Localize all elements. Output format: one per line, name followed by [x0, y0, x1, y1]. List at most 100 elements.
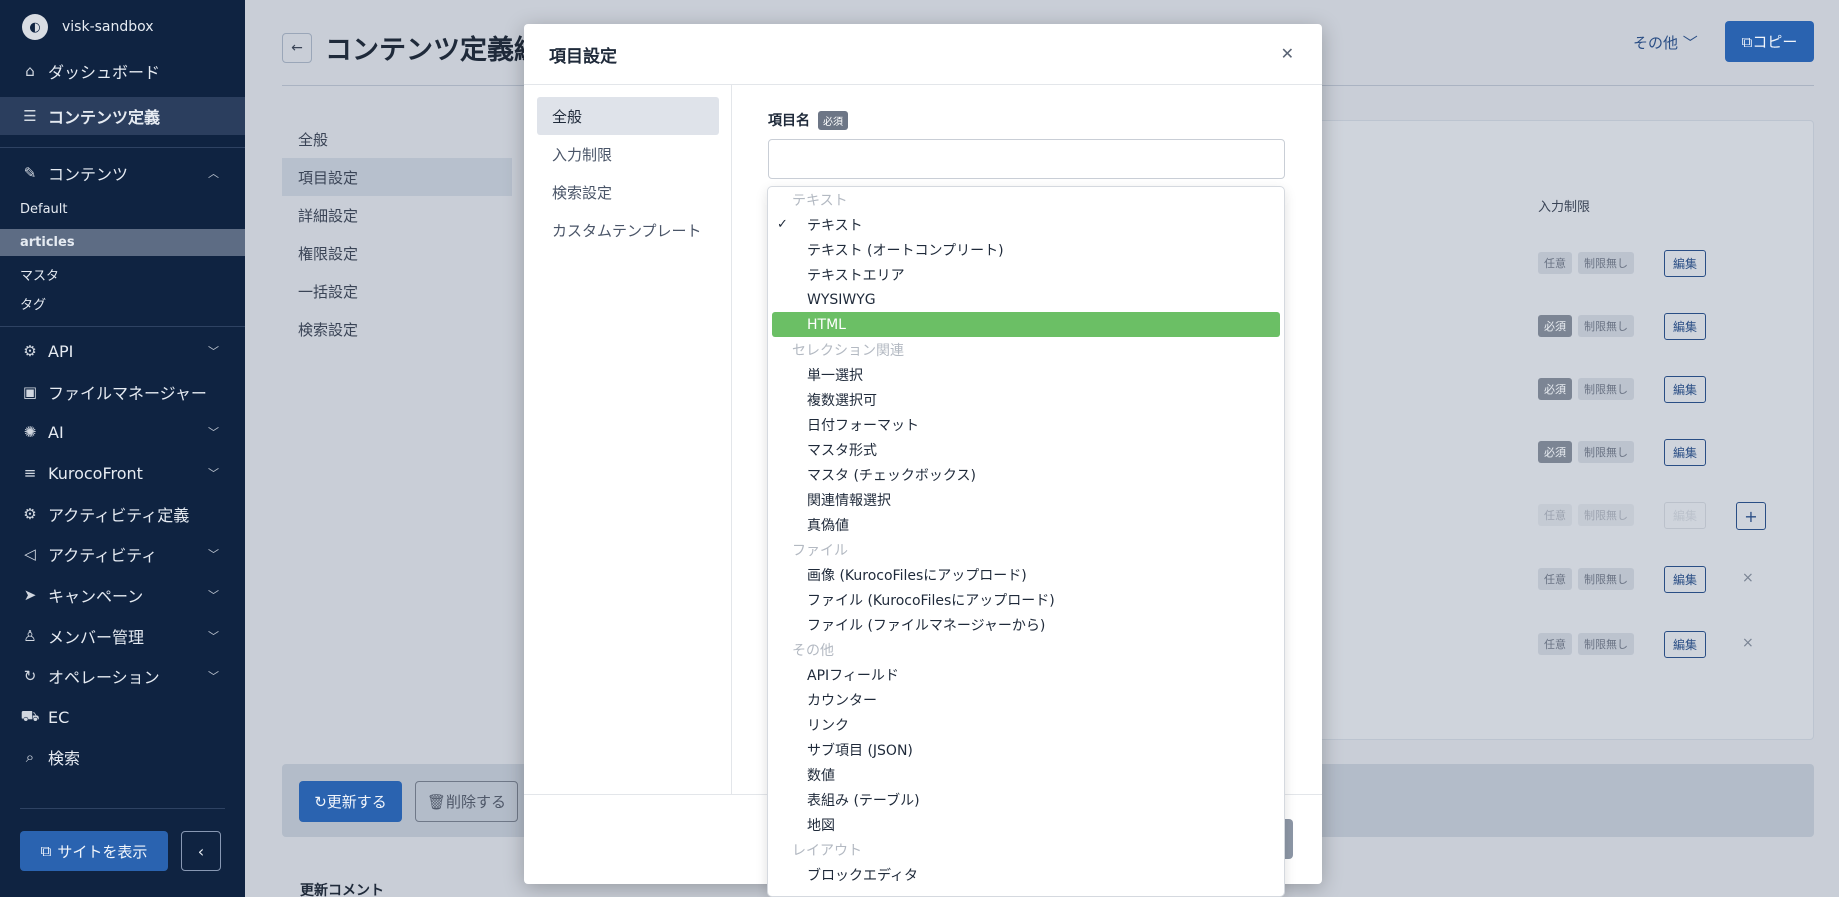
add-field-button[interactable]: + — [1736, 502, 1766, 530]
dropdown-option[interactable]: テキスト (オートコンプリート) — [768, 237, 1284, 262]
dropdown-option[interactable]: 表組み (テーブル) — [768, 787, 1284, 812]
sidebar-divider — [0, 147, 245, 148]
sidebar-item-ec[interactable]: ⛟ EC — [0, 698, 245, 736]
sidebar-item-api[interactable]: ⚙ API ﹀ — [0, 332, 245, 370]
dropdown-option[interactable]: ブロックエディタ — [768, 862, 1284, 887]
sidebar-item-activity-definition[interactable]: ⚙ アクティビティ定義 — [0, 495, 245, 533]
dropdown-option[interactable]: 関連情報選択 — [768, 487, 1284, 512]
dropdown-option[interactable]: APIフィールド — [768, 662, 1284, 687]
back-button[interactable]: ← — [282, 33, 312, 63]
dropdown-option[interactable]: テキストエリア — [768, 262, 1284, 287]
more-label: その他 — [1633, 34, 1679, 52]
modal-tab-input-limit[interactable]: 入力制限 — [537, 135, 719, 173]
sidebar-item-campaign[interactable]: ➤ キャンペーン ﹀ — [0, 576, 245, 614]
table-row: 任意 制限無し 編集 — [1538, 565, 1707, 593]
sidebar-item-kurocofront[interactable]: ≡ KurocoFront ﹀ — [0, 454, 245, 492]
limit-chip: 制限無し — [1578, 378, 1634, 400]
tab-bulk-settings[interactable]: 一括設定 — [282, 272, 512, 310]
chevron-down-icon: ﹀ — [208, 670, 219, 683]
dropdown-option[interactable]: 複数選択可 — [768, 387, 1284, 412]
ai-icon: ✺ — [23, 423, 37, 441]
page-title: コンテンツ定義編 — [325, 35, 541, 66]
remove-icon[interactable]: × — [1742, 570, 1754, 586]
tab-detail-settings[interactable]: 詳細設定 — [282, 196, 512, 234]
dropdown-option[interactable]: WYSIWYG — [768, 287, 1284, 312]
remove-icon[interactable]: × — [1742, 635, 1754, 651]
modal-tab-search-settings[interactable]: 検索設定 — [537, 173, 719, 211]
site-avatar-icon: ◐ — [22, 14, 48, 40]
view-site-label: サイトを表示 — [57, 842, 148, 861]
field-name-text: 項目名 — [768, 113, 810, 129]
sidebar-item-content-definition[interactable]: ☰ コンテンツ定義 — [0, 97, 245, 135]
sidebar-sub-default[interactable]: Default — [0, 196, 245, 223]
modal-tab-general[interactable]: 全般 — [537, 97, 719, 135]
sidebar-item-dashboard[interactable]: ⌂ ダッシュボード — [0, 52, 245, 90]
edit-button[interactable]: 編集 — [1664, 249, 1707, 277]
view-site-button[interactable]: ⧉ サイトを表示 — [20, 831, 168, 871]
dropdown-option[interactable]: 日付フォーマット — [768, 412, 1284, 437]
dropdown-option-highlighted[interactable]: HTML — [772, 312, 1280, 337]
edit-button[interactable]: 編集 — [1664, 630, 1707, 658]
field-name-input[interactable] — [768, 139, 1285, 179]
checkmark-icon: ✓ — [777, 217, 788, 232]
dropdown-option[interactable]: カウンター — [768, 687, 1284, 712]
required-chip: 任意 — [1538, 252, 1572, 274]
tab-search-settings[interactable]: 検索設定 — [282, 310, 512, 348]
edit-button[interactable]: 編集 — [1664, 565, 1707, 593]
modal-title: 項目設定 — [549, 47, 617, 67]
dropdown-option[interactable]: マスタ (チェックボックス) — [768, 462, 1284, 487]
dropdown-option[interactable]: ファイル (ファイルマネージャーから) — [768, 612, 1284, 637]
sidebar-sub-tag[interactable]: タグ — [0, 290, 245, 317]
edit-button[interactable]: 編集 — [1664, 312, 1707, 340]
dropdown-option[interactable]: ✓ テキスト — [768, 212, 1284, 237]
site-brand[interactable]: ◐ visk-sandbox — [22, 14, 154, 40]
sidebar-item-label: ダッシュボード — [48, 63, 161, 82]
sidebar-item-ai[interactable]: ✺ AI ﹀ — [0, 413, 245, 451]
tab-field-settings[interactable]: 項目設定 — [282, 158, 512, 196]
dropdown-option[interactable]: マスタ形式 — [768, 437, 1284, 462]
dropdown-option[interactable]: 数値 — [768, 762, 1284, 787]
table-row: 必須 制限無し 編集 — [1538, 312, 1707, 340]
dropdown-option[interactable]: リンク — [768, 712, 1284, 737]
gear-icon: ⚙ — [23, 342, 37, 360]
edit-button[interactable]: 編集 — [1664, 438, 1707, 466]
required-chip: 必須 — [1538, 441, 1572, 463]
dropdown-option[interactable]: 単一選択 — [768, 362, 1284, 387]
sidebar-divider — [0, 326, 245, 327]
sidebar-item-label: AI — [48, 422, 64, 442]
copy-icon: ⧉ — [1741, 32, 1753, 51]
site-name: visk-sandbox — [62, 19, 154, 35]
collapse-sidebar-button[interactable]: ‹ — [181, 831, 221, 871]
sidebar-item-file-manager[interactable]: ▣ ファイルマネージャー — [0, 373, 245, 411]
tab-permission-settings[interactable]: 権限設定 — [282, 234, 512, 272]
dropdown-option[interactable]: 地図 — [768, 812, 1284, 837]
dropdown-group-label: テキスト — [792, 192, 848, 209]
tab-general[interactable]: 全般 — [282, 120, 512, 158]
dropdown-option[interactable]: 真偽値 — [768, 512, 1284, 537]
sidebar-item-label: コンテンツ定義 — [48, 108, 161, 127]
sidebar-item-content[interactable]: ✎ コンテンツ ︿ — [0, 154, 245, 192]
sidebar-item-operation[interactable]: ↻ オペレーション ﹀ — [0, 657, 245, 695]
edit-button[interactable]: 編集 — [1664, 375, 1707, 403]
sidebar-item-member[interactable]: ♙ メンバー管理 ﹀ — [0, 617, 245, 655]
chevron-down-icon: ﹀ — [208, 548, 219, 561]
more-menu[interactable]: その他 ﹀ — [1633, 32, 1698, 53]
edit-button[interactable]: 編集 — [1664, 501, 1707, 529]
image-icon: ▣ — [22, 383, 38, 401]
delete-button[interactable]: 🗑 削除する — [415, 781, 518, 822]
sidebar-sub-articles[interactable]: articles — [0, 229, 245, 256]
dropdown-option[interactable]: 画像 (KurocoFilesにアップロード) — [768, 562, 1284, 587]
dropdown-option[interactable]: サブ項目 (JSON) — [768, 737, 1284, 762]
sidebar-item-label: API — [48, 341, 74, 361]
limit-chip: 制限無し — [1578, 441, 1634, 463]
sidebar-item-activity[interactable]: ◁ アクティビティ ﹀ — [0, 535, 245, 573]
dropdown-option[interactable]: ファイル (KurocoFilesにアップロード) — [768, 587, 1284, 612]
sidebar-sub-master[interactable]: マスタ — [0, 261, 245, 288]
send-icon: ➤ — [23, 586, 37, 604]
sidebar-divider — [20, 808, 225, 809]
copy-button[interactable]: ⧉ コピー — [1725, 21, 1814, 62]
close-icon[interactable]: ✕ — [1281, 44, 1294, 63]
modal-tab-custom-template[interactable]: カスタムテンプレート — [537, 211, 719, 249]
update-button[interactable]: ↻ 更新する — [299, 781, 402, 822]
sidebar-item-search[interactable]: ⌕ 検索 — [0, 738, 245, 776]
